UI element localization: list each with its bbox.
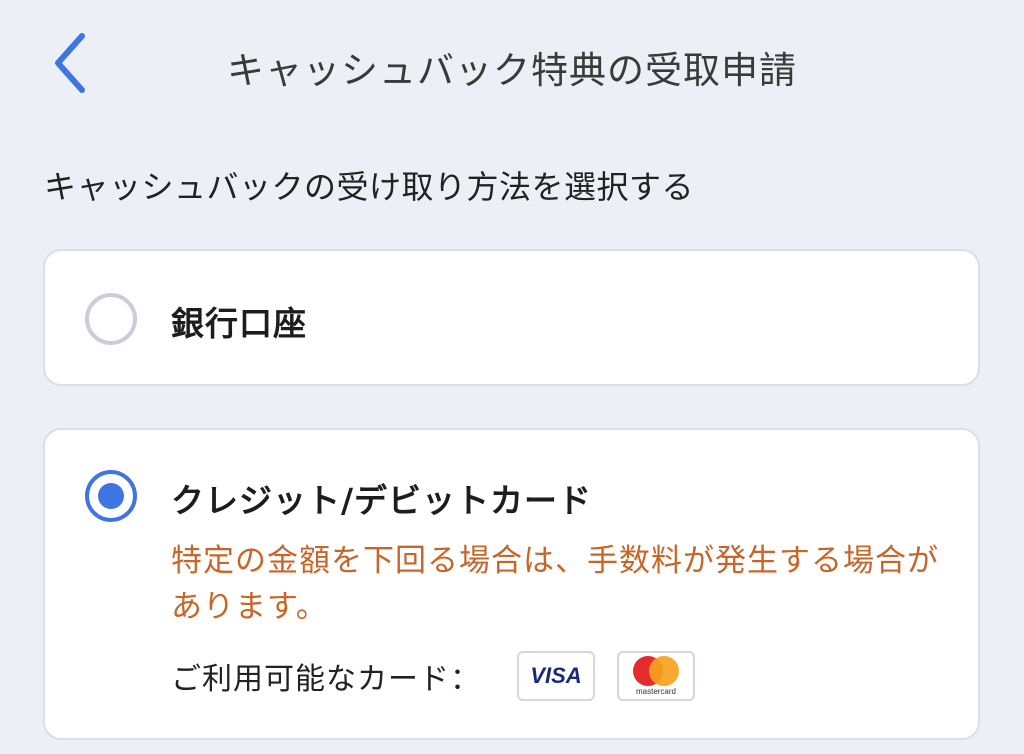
option-credit-debit-card[interactable]: クレジット/デビットカード 特定の金額を下回る場合は、手数料が発生する場合があり… (43, 428, 980, 740)
visa-logo: VISA (517, 651, 595, 701)
mastercard-logo-text: mastercard (635, 687, 676, 696)
option-bank-account[interactable]: 銀行口座 (43, 249, 980, 386)
page-title: キャッシュバック特典の受取申請 (227, 49, 797, 92)
mastercard-logo: mastercard (617, 651, 695, 701)
option-label-credit-debit-card[interactable]: クレジット/デビットカード (171, 474, 592, 522)
available-cards-row: ご利用可能なカード： VISA mastercard (171, 650, 717, 702)
header: キャッシュバック特典の受取申請 (0, 0, 1024, 130)
radio-bank-account[interactable] (85, 293, 137, 345)
visa-logo-text: VISA (530, 663, 582, 688)
option-label-bank-account[interactable]: 銀行口座 (171, 297, 307, 345)
available-cards-label: ご利用可能なカード： (171, 662, 481, 697)
radio-selected-dot (98, 483, 124, 509)
fee-warning-text: 特定の金額を下回る場合は、手数料が発生する場合があります。 (171, 543, 939, 625)
radio-credit-debit-card[interactable] (85, 470, 137, 522)
mastercard-circles-icon (631, 656, 681, 686)
section-title: キャッシュバックの受け取り方法を選択する (44, 168, 695, 206)
